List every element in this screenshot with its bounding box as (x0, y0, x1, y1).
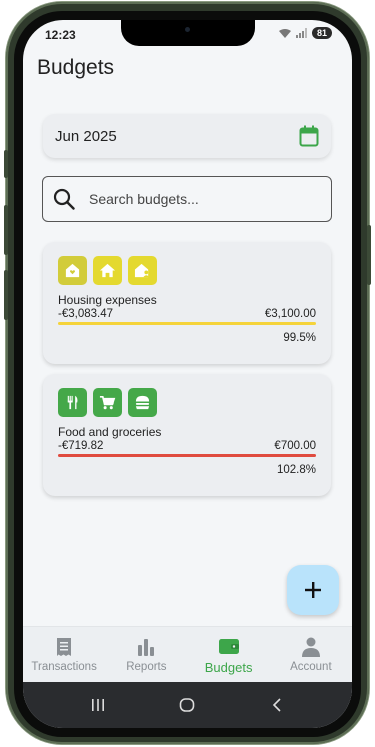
recent-apps-icon[interactable] (89, 696, 107, 714)
amount-row: -€3,083.47 €3,100.00 (58, 308, 316, 320)
nav-label: Account (290, 661, 332, 673)
budget-name: Food and groceries (58, 425, 162, 439)
budget-card-food[interactable]: Food and groceries -€719.82 €700.00 102.… (43, 374, 331, 496)
budget-name: Housing expenses (58, 293, 157, 307)
nav-account[interactable]: Account (271, 636, 351, 673)
budget-percent: 99.5% (283, 332, 316, 344)
search-box[interactable] (42, 176, 332, 222)
calendar-icon[interactable] (299, 125, 319, 147)
budget-limit: €700.00 (274, 440, 316, 452)
shopping-cart-icon (93, 388, 122, 417)
phone-power-button (367, 225, 371, 285)
phone-side-button (4, 270, 8, 320)
house-user-icon (128, 256, 157, 285)
system-nav-bar (23, 682, 352, 728)
home-button-icon[interactable] (178, 696, 196, 714)
status-icons: 81 (278, 27, 332, 39)
wifi-icon (278, 28, 291, 38)
fork-knife-icon (58, 388, 87, 417)
page-title: Budgets (37, 56, 115, 79)
home-icon (93, 256, 122, 285)
phone-side-button (4, 205, 8, 255)
bar-chart-icon (138, 639, 155, 656)
amount-row: -€719.82 €700.00 (58, 440, 316, 452)
battery-indicator: 81 (311, 27, 332, 39)
phone-side-button (4, 150, 8, 178)
wallet-icon (218, 638, 239, 654)
nav-budgets[interactable]: Budgets (189, 635, 269, 675)
budget-spent: -€719.82 (58, 440, 104, 452)
search-icon (53, 188, 75, 210)
nav-label: Reports (126, 661, 167, 673)
add-budget-button[interactable] (287, 565, 339, 615)
burger-icon (128, 388, 157, 417)
budget-progress-bar (58, 322, 316, 325)
plus-icon (305, 582, 321, 598)
person-icon (301, 637, 320, 657)
budget-card-housing[interactable]: Housing expenses -€3,083.47 €3,100.00 99… (43, 242, 331, 364)
nav-label: Budgets (204, 659, 253, 675)
nav-reports[interactable]: Reports (106, 636, 186, 673)
camera (185, 27, 190, 32)
bottom-nav: Transactions Reports Budgets Account (23, 626, 352, 682)
status-time: 12:23 (45, 28, 76, 42)
notch (121, 20, 255, 46)
nav-transactions[interactable]: Transactions (24, 636, 104, 673)
month-label: Jun 2025 (55, 127, 117, 145)
budget-limit: €3,100.00 (264, 308, 316, 320)
budget-spent: -€3,083.47 (58, 308, 113, 320)
nav-label: Transactions (31, 661, 97, 673)
signal-icon (295, 28, 307, 38)
budget-percent: 102.8% (276, 464, 316, 476)
house-heart-icon (58, 256, 87, 285)
category-icons (58, 256, 316, 285)
category-icons (58, 388, 316, 417)
back-icon[interactable] (268, 696, 286, 714)
month-picker[interactable]: Jun 2025 (43, 114, 331, 158)
screen: 12:23 81 Budgets Jun 2025 Search budgets… (23, 20, 352, 728)
receipt-icon (57, 638, 72, 656)
search-input[interactable] (89, 191, 309, 207)
budget-progress-bar (58, 454, 316, 457)
